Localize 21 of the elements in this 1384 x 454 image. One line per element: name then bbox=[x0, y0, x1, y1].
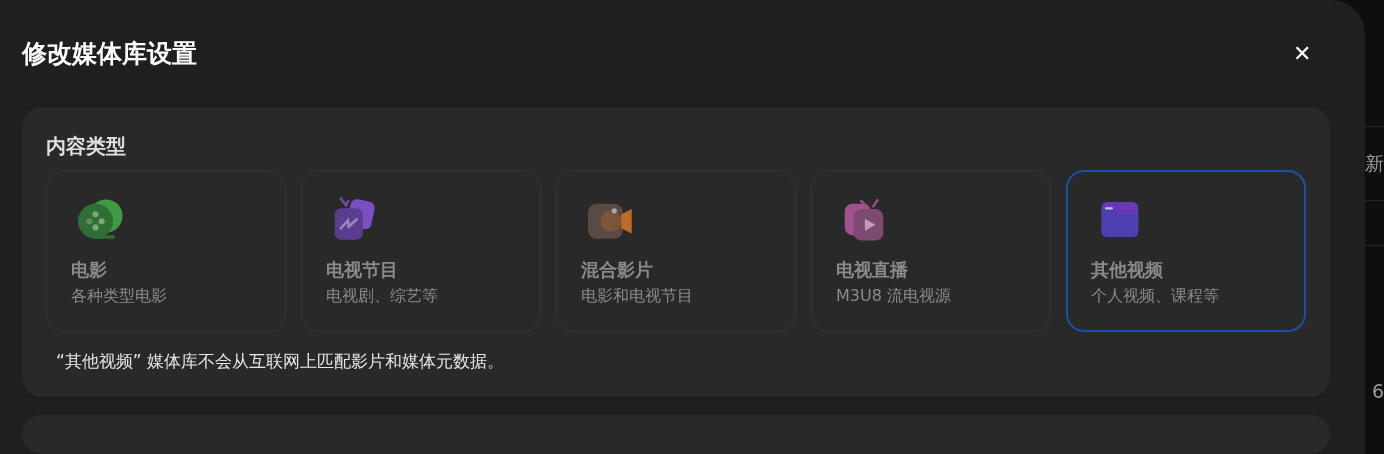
content-type-option[interactable]: 其他视频 个人视频、课程等 bbox=[1066, 170, 1306, 333]
option-description: 电视剧、综艺等 bbox=[326, 286, 439, 308]
dialog-title: 修改媒体库设置 bbox=[22, 38, 197, 71]
content-type-option[interactable]: 电影 各种类型电影 bbox=[46, 170, 286, 333]
option-description: 各种类型电影 bbox=[71, 286, 168, 308]
close-button[interactable]: ✕ bbox=[1289, 38, 1315, 69]
option-description: M3U8 流电视源 bbox=[836, 286, 952, 308]
option-description: 个人视频、课程等 bbox=[1091, 286, 1220, 308]
content-type-option[interactable]: 混合影片 电影和电视节目 bbox=[556, 170, 796, 333]
info-note: “其他视频” 媒体库不会从互联网上匹配影片和媒体元数据。 bbox=[56, 350, 506, 374]
background-text: 新 bbox=[1365, 150, 1384, 176]
content-type-option[interactable]: 电视直播 M3U8 流电视源 bbox=[811, 170, 1051, 333]
option-description: 电影和电视节目 bbox=[581, 286, 694, 308]
background-text: 6 bbox=[1371, 380, 1384, 402]
option-title: 电视直播 bbox=[836, 258, 909, 283]
option-title: 电视节目 bbox=[326, 258, 399, 283]
option-title: 混合影片 bbox=[581, 258, 654, 283]
option-title: 电影 bbox=[71, 258, 108, 283]
option-title: 其他视频 bbox=[1091, 258, 1164, 283]
content-type-option[interactable]: 电视节目 电视剧、综艺等 bbox=[301, 170, 541, 333]
section-heading: 内容类型 bbox=[46, 133, 127, 161]
